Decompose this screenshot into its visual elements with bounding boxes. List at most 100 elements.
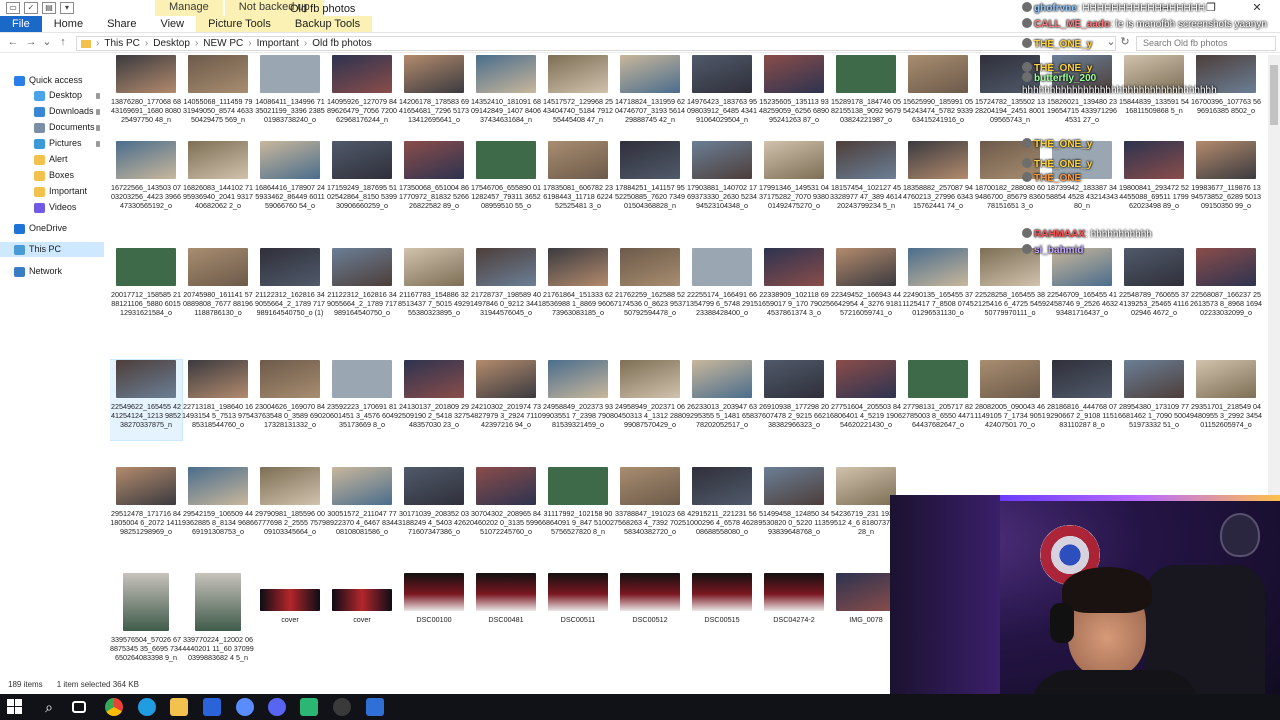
sidebar-item-boxes[interactable]: Boxes <box>10 168 114 183</box>
file-item[interactable]: 16864416_178907 245933462_86449 60115906… <box>254 141 326 221</box>
file-item[interactable]: DSC00481 <box>470 573 542 653</box>
file-item[interactable]: 30171039_208352 033188249 4_5403 4262716… <box>398 467 470 547</box>
properties-icon[interactable]: ▭ <box>6 2 20 14</box>
file-item[interactable]: 16826083_144102 7195936940_2041 93174068… <box>182 141 254 221</box>
file-item[interactable]: 51499458_124850 349530820 0_5220 1135938… <box>758 467 830 547</box>
tab-share[interactable]: Share <box>95 16 148 32</box>
file-item[interactable]: 27798131_205717 822785003 8_6550 4471644… <box>902 360 974 440</box>
file-item[interactable]: 22349452_166943 446642954 4_3276 9181572… <box>830 248 902 328</box>
file-item[interactable]: DSC00100 <box>398 573 470 653</box>
tab-file[interactable]: File <box>0 16 42 32</box>
recent-chevron-icon[interactable]: ⌄ <box>40 35 54 49</box>
file-item[interactable]: 14095926_127079 8489626479_7056 72006296… <box>326 55 398 135</box>
up-arrow-icon[interactable]: ↑ <box>56 35 70 49</box>
file-item[interactable]: 29542159_106509 449362885 8_8134 9686691… <box>182 467 254 547</box>
file-item[interactable]: 17835081_606782 236198443_11718 62245252… <box>542 141 614 221</box>
file-item[interactable]: 29351701_218549 049480955 3_2992 3454011… <box>1190 360 1262 440</box>
file-item[interactable]: 14055068_111459 7931949050_8574 46335042… <box>182 55 254 135</box>
file-item[interactable]: 14517572_129968 2543404740_5184 79125544… <box>542 55 614 135</box>
file-item[interactable]: 27751604_205503 846806401 4_5219 1906546… <box>830 360 902 440</box>
file-item[interactable]: DSC00515 <box>686 573 758 653</box>
edge-icon[interactable] <box>138 698 156 716</box>
photoshop-icon[interactable] <box>366 698 384 716</box>
file-item[interactable]: 26910938_177298 207607478 2_9215 6621383… <box>758 360 830 440</box>
discord-icon[interactable] <box>268 698 286 716</box>
file-item[interactable]: 22546709_165455 412458746 9_2526 4632934… <box>1046 248 1118 328</box>
file-item[interactable]: 17350068_651004 861770972_81832 52662682… <box>398 141 470 221</box>
file-item[interactable]: 22338909_102118 691659017 9_170 79025453… <box>758 248 830 328</box>
sidebar-item-videos[interactable]: Videos <box>10 200 114 215</box>
tab-view[interactable]: View <box>148 16 196 32</box>
file-item[interactable]: 26233013_203947 639295355 5_1481 6583782… <box>686 360 758 440</box>
new-folder-icon[interactable]: ▤ <box>42 2 56 14</box>
file-item[interactable]: 31117992_102158 906864091 9_847 51002575… <box>542 467 614 547</box>
file-item[interactable]: 14718824_131959 6204746707_3193 56142988… <box>614 55 686 135</box>
file-item[interactable]: 23004626_169070 843763548 0_3589 6902173… <box>254 360 326 440</box>
file-item[interactable]: 24958949_202371 060450313 4_1312 2880990… <box>614 360 686 440</box>
forward-arrow-icon[interactable]: → <box>24 35 38 49</box>
file-item[interactable]: 22528258_165455 382125416 6_4725 5459507… <box>974 248 1046 328</box>
file-item[interactable]: 15625990_185991 0554243474_5782 93396341… <box>902 55 974 135</box>
file-item[interactable]: 28954380_173109 776681462 1_7090 5004519… <box>1118 360 1190 440</box>
file-item[interactable]: 22548789_760655 374139253_25465 41160294… <box>1118 248 1190 328</box>
file-item[interactable]: 17991346_149531 0437175282_7070 93800149… <box>758 141 830 221</box>
file-item[interactable]: 14206178_178583 6941654681_7296 51731341… <box>398 55 470 135</box>
file-item[interactable]: 339576504_57026 678875345 35_6695 734650… <box>110 573 182 673</box>
file-item[interactable]: 22549622_165455 4241254124_1213 98523827… <box>110 359 183 441</box>
windows-start-icon[interactable] <box>7 699 23 715</box>
dropdown-icon[interactable]: ▾ <box>60 2 74 14</box>
file-item[interactable]: 21728737_198589 401497846 0_9212 3441319… <box>470 248 542 328</box>
tab-backup-tools[interactable]: Backup Tools <box>282 16 373 32</box>
sidebar-item-network[interactable]: Network <box>0 264 104 279</box>
search-icon[interactable]: ⌕ <box>40 698 58 716</box>
file-item[interactable]: 339770224_12002 064440201 11_60 37099039… <box>182 573 254 673</box>
file-explorer-icon[interactable] <box>170 698 188 716</box>
store-icon[interactable] <box>203 698 221 716</box>
file-item[interactable]: 30051572_211047 778922370 4_6467 8344081… <box>326 467 398 547</box>
file-item[interactable]: 21761864_151333 628536988 1_8869 9606739… <box>542 248 614 328</box>
tab-home[interactable]: Home <box>42 16 95 32</box>
file-item[interactable]: 16722566_143503 0703203256_4423 39664733… <box>110 141 182 221</box>
file-item[interactable]: 21167783_154886 328513437 7_5015 4929553… <box>398 248 470 328</box>
file-item[interactable]: 18358882_257087 944760213_27996 63431576… <box>902 141 974 221</box>
sidebar-item-alert[interactable]: Alert <box>10 152 114 167</box>
breadcrumb-important[interactable]: Important <box>254 38 302 49</box>
file-item[interactable]: 22713181_198640 161493154 5_7513 9754853… <box>182 360 254 440</box>
breadcrumb[interactable]: › This PC › Desktop › NEW PC › Important… <box>76 36 1116 51</box>
chrome-icon[interactable] <box>105 698 123 716</box>
file-item[interactable]: cover <box>326 573 398 653</box>
file-item[interactable]: DSC00512 <box>614 573 686 653</box>
spotify-icon[interactable] <box>300 698 318 716</box>
obs-icon[interactable] <box>333 698 351 716</box>
sidebar-item-important[interactable]: Important <box>10 184 114 199</box>
file-item[interactable]: 23592223_170691 810601451 3_4576 6049351… <box>326 360 398 440</box>
file-item[interactable]: 13876280_177068 6843169691_1680 80802549… <box>110 55 182 135</box>
file-item[interactable]: 24210302_201974 734827979 3_2924 7110423… <box>470 360 542 440</box>
file-item[interactable]: 22490135_165455 371125417 7_8508 0745012… <box>902 248 974 328</box>
breadcrumb-new-pc[interactable]: NEW PC <box>200 38 246 49</box>
sidebar-item-quick-access[interactable]: Quick access <box>0 73 104 88</box>
file-item[interactable]: 22255174_166491 661354799 6_5748 2915233… <box>686 248 758 328</box>
breadcrumb-desktop[interactable]: Desktop <box>150 38 193 49</box>
file-item[interactable]: 24130137_201809 292509190 2_5418 3275483… <box>398 360 470 440</box>
file-item[interactable]: cover <box>254 573 326 653</box>
checkbox-icon[interactable]: ✓ <box>24 2 38 14</box>
sidebar-item-onedrive[interactable]: OneDrive <box>0 221 104 236</box>
file-item[interactable]: 33788847_191023 687568263 4_7392 7025583… <box>614 467 686 547</box>
file-item[interactable]: 30704302_208965 840460202 0_3135 5996510… <box>470 467 542 547</box>
file-item[interactable]: 21122312_162816 349055664_2_1789 7179891… <box>326 248 398 328</box>
file-item[interactable]: DSC04274-2 <box>758 573 830 653</box>
file-item[interactable]: 17884251_141157 9552250885_7620 73490150… <box>614 141 686 221</box>
file-item[interactable]: 17159249_187695 5102542864_8150 53993090… <box>326 141 398 221</box>
sidebar-item-this-pc[interactable]: This PC <box>0 242 104 257</box>
file-item[interactable]: 29790981_185596 006777698 2_2555 7579091… <box>254 467 326 547</box>
file-item[interactable]: 24958849_202373 939903551 7_2398 7908815… <box>542 360 614 440</box>
file-item[interactable]: 14086411_134996 7135021199_3396 23850198… <box>254 55 326 135</box>
manage-context-tab[interactable]: Manage <box>155 0 223 16</box>
file-item[interactable]: 28082005_090043 461149105 7_1734 9051424… <box>974 360 1046 440</box>
back-arrow-icon[interactable]: ← <box>6 35 20 49</box>
tab-picture-tools[interactable]: Picture Tools <box>196 16 283 32</box>
file-item[interactable]: 21122312_162816 349055664_2_1789 7179891… <box>254 248 326 328</box>
app-icon[interactable] <box>236 698 254 716</box>
file-item[interactable]: 18157454_102127 453328977 47_389 4614202… <box>830 141 902 221</box>
